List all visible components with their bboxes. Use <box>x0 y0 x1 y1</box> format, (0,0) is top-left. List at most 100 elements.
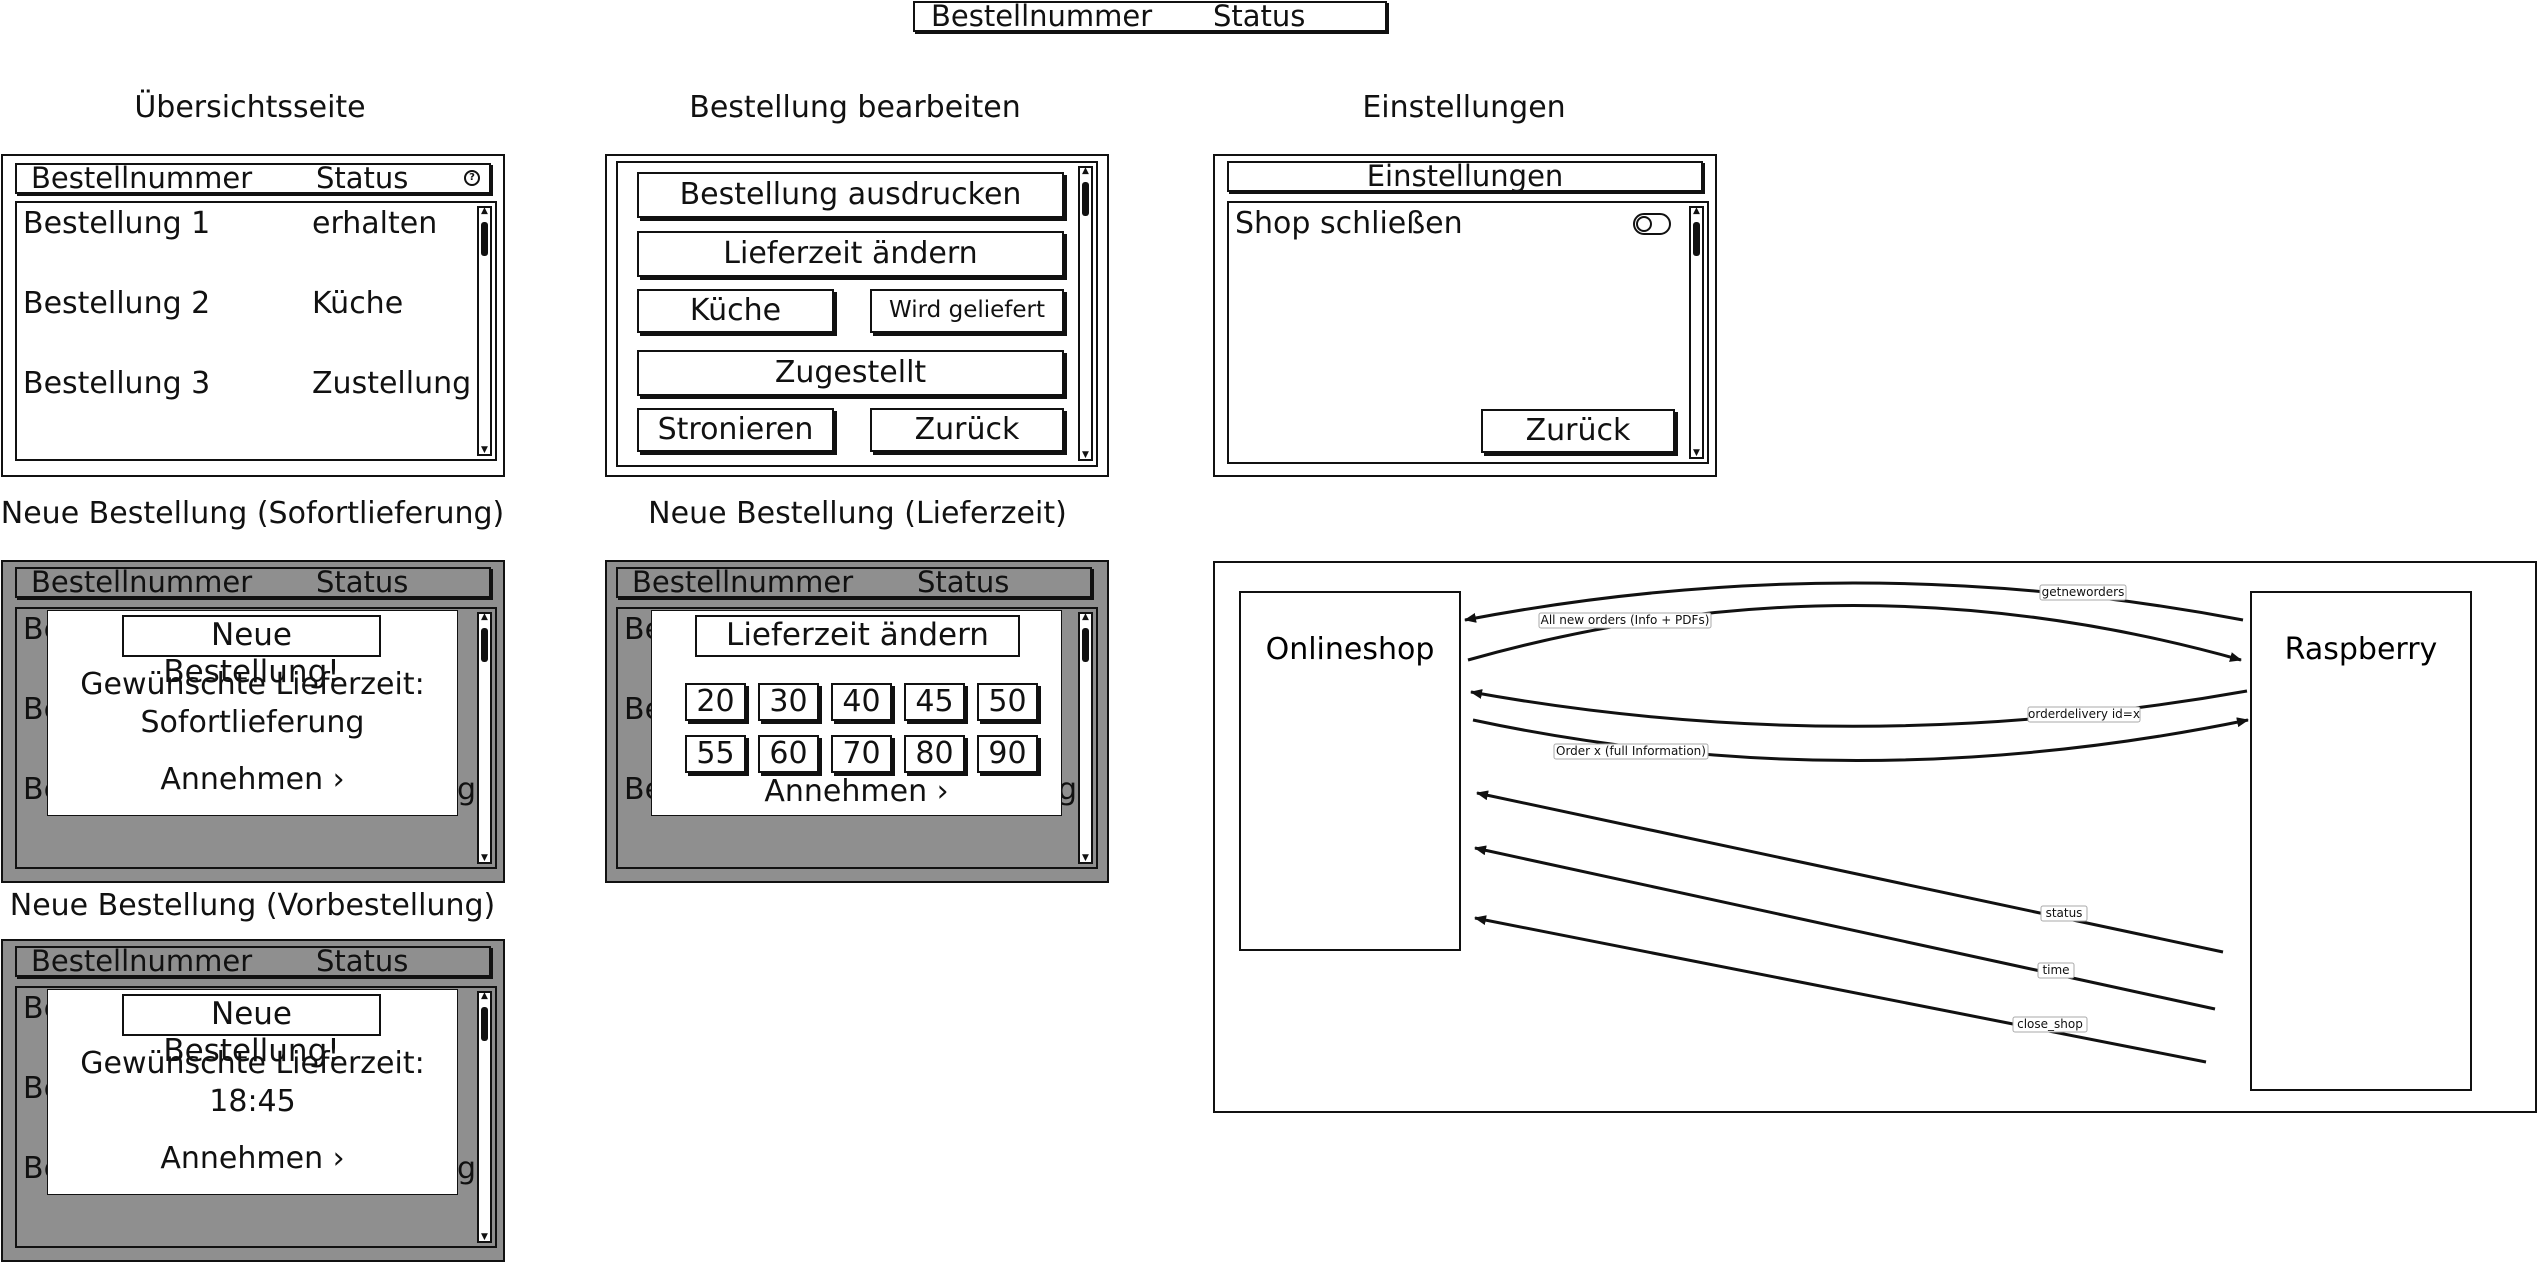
print-order-button[interactable]: Bestellung ausdrucken <box>637 172 1064 218</box>
scroll-thumb[interactable] <box>481 222 488 256</box>
status-column-header: Status <box>1213 0 1306 33</box>
overview-caption: Übersichtsseite <box>134 90 366 125</box>
status-column-header: Status <box>316 161 409 195</box>
help-icon[interactable]: ? <box>464 170 480 186</box>
top-header-bar: Bestellnummer Status <box>913 1 1387 32</box>
scroll-down-icon[interactable]: ▼ <box>1080 853 1091 863</box>
dialog-title: Neue Bestellung! <box>122 615 381 690</box>
time-option-button[interactable]: 90 <box>977 735 1038 773</box>
time-option-button[interactable]: 80 <box>904 735 965 773</box>
scroll-down-icon[interactable]: ▼ <box>479 445 490 455</box>
being-delivered-button[interactable]: Wird geliefert <box>870 289 1064 333</box>
accept-link[interactable]: Annehmen › <box>652 774 1061 809</box>
scroll-down-icon[interactable]: ▼ <box>479 853 490 863</box>
overview-header: Bestellnummer Status ? <box>15 163 491 194</box>
change-delivery-time-button[interactable]: Lieferzeit ändern <box>637 231 1064 277</box>
message-label: close_shop <box>2017 1017 2083 1031</box>
scrollbar[interactable]: ▲ ▼ <box>477 612 492 864</box>
new-preorder-screen: Bestellnummer Status Be Be Be g ▲ ▼ Neue… <box>1 939 505 1262</box>
time-option-button[interactable]: 40 <box>831 683 892 721</box>
order-number-column-header: Bestellnummer <box>931 0 1153 33</box>
time-option-button[interactable]: 50 <box>977 683 1038 721</box>
onlineshop-label: Onlineshop <box>1266 632 1435 667</box>
message-label: orderdelivery id=x <box>2028 707 2140 721</box>
time-option-button[interactable]: 60 <box>758 735 819 773</box>
order-row[interactable]: Bestellung 2 Küche <box>23 286 463 330</box>
message-label: Order x (full Information) <box>1556 744 1706 758</box>
list-header: Bestellnummer Status <box>15 567 491 598</box>
time-option-button[interactable]: 45 <box>904 683 965 721</box>
change-time-dialog: Lieferzeit ändern 20 30 40 45 50 55 60 7… <box>651 610 1062 816</box>
order-row-end: g <box>457 1151 477 1186</box>
message-label: getneworders <box>2042 585 2125 599</box>
status-column-header: Status <box>316 944 409 978</box>
time-option-button[interactable]: 20 <box>685 683 746 721</box>
scroll-thumb[interactable] <box>481 628 488 662</box>
back-button[interactable]: Zurück <box>1481 409 1675 453</box>
scroll-up-icon[interactable]: ▲ <box>1080 612 1091 622</box>
raspberry-label: Raspberry <box>2285 632 2438 667</box>
new-order-dialog: Neue Bestellung! Gewünschte Lieferzeit: … <box>47 989 458 1195</box>
scroll-down-icon[interactable]: ▼ <box>1080 450 1091 460</box>
list-header: Bestellnummer Status <box>616 567 1092 598</box>
sequence-diagram-svg: Onlineshop Raspberry getneworders All ne… <box>1239 581 2472 1091</box>
scroll-up-icon[interactable]: ▲ <box>1080 166 1091 176</box>
settings-screen: Einstellungen Shop schließen Zurück ▲ ▼ <box>1213 154 1717 477</box>
message-label: status <box>2046 906 2083 920</box>
order-row[interactable]: Bestellung 1 erhalten <box>23 206 463 250</box>
order-status: erhalten <box>312 206 438 241</box>
order-name: Bestellung 3 <box>23 366 211 401</box>
desired-time-label: Gewünschte Lieferzeit: <box>80 667 425 702</box>
scrollbar[interactable]: ▲ ▼ <box>1078 612 1093 864</box>
dialog-title: Neue Bestellung! <box>122 994 381 1069</box>
order-number-column-header: Bestellnummer <box>31 944 253 978</box>
message-label: time <box>2042 963 2069 977</box>
scroll-up-icon[interactable]: ▲ <box>479 612 490 622</box>
order-name: Bestellung 2 <box>23 286 211 321</box>
order-status: Küche <box>312 286 404 321</box>
close-shop-toggle[interactable] <box>1633 213 1671 235</box>
scroll-thumb[interactable] <box>1082 628 1089 662</box>
delivered-button[interactable]: Zugestellt <box>637 350 1064 396</box>
scrollbar[interactable]: ▲ ▼ <box>1078 166 1093 461</box>
order-number-column-header: Bestellnummer <box>31 565 253 599</box>
scrollbar[interactable]: ▲ ▼ <box>477 206 492 456</box>
time-option-button[interactable]: 55 <box>685 735 746 773</box>
kitchen-button[interactable]: Küche <box>637 289 834 333</box>
new-preorder-caption: Neue Bestellung (Vorbestellung) <box>9 888 496 923</box>
list-header: Bestellnummer Status <box>15 946 491 977</box>
desired-time-value: 18:45 <box>209 1084 296 1119</box>
scrollbar[interactable]: ▲ ▼ <box>477 991 492 1243</box>
overview-screen: Bestellnummer Status ? Bestellung 1 erha… <box>1 154 505 477</box>
settings-header: Einstellungen <box>1227 161 1703 192</box>
scroll-up-icon[interactable]: ▲ <box>479 991 490 1001</box>
message-label: All new orders (Info + PDFs) <box>1541 613 1710 627</box>
accept-link[interactable]: Annehmen › <box>48 1141 457 1176</box>
order-list: Bestellung 1 erhalten Bestellung 2 Küche… <box>15 201 497 461</box>
scroll-down-icon[interactable]: ▼ <box>479 1232 490 1242</box>
time-option-button[interactable]: 30 <box>758 683 819 721</box>
scroll-thumb[interactable] <box>1082 182 1089 216</box>
edit-panel: Bestellung ausdrucken Lieferzeit ändern … <box>616 161 1098 467</box>
status-column-header: Status <box>316 565 409 599</box>
scroll-up-icon[interactable]: ▲ <box>1691 206 1702 216</box>
scroll-up-icon[interactable]: ▲ <box>479 206 490 216</box>
scroll-thumb[interactable] <box>481 1007 488 1041</box>
new-time-caption: Neue Bestellung (Lieferzeit) <box>648 496 1067 531</box>
order-row[interactable]: Bestellung 3 Zustellung <box>23 366 483 410</box>
accept-link[interactable]: Annehmen › <box>48 762 457 797</box>
status-column-header: Status <box>917 565 1010 599</box>
time-option-button[interactable]: 70 <box>831 735 892 773</box>
desired-time-label: Gewünschte Lieferzeit: <box>80 1046 425 1081</box>
scroll-thumb[interactable] <box>1693 222 1700 256</box>
sequence-diagram: Onlineshop Raspberry getneworders All ne… <box>1213 561 2537 1113</box>
scrollbar[interactable]: ▲ ▼ <box>1689 206 1704 459</box>
dialog-title: Lieferzeit ändern <box>695 615 1020 657</box>
new-time-screen: Bestellnummer Status Be Be Be g ▲ ▼ Lief… <box>605 560 1109 883</box>
cancel-order-button[interactable]: Stronieren <box>637 408 834 452</box>
order-status: Zustellung <box>312 366 472 401</box>
scroll-down-icon[interactable]: ▼ <box>1691 448 1702 458</box>
back-button[interactable]: Zurück <box>870 408 1064 452</box>
settings-caption: Einstellungen <box>1362 90 1566 125</box>
order-name: Bestellung 1 <box>23 206 211 241</box>
